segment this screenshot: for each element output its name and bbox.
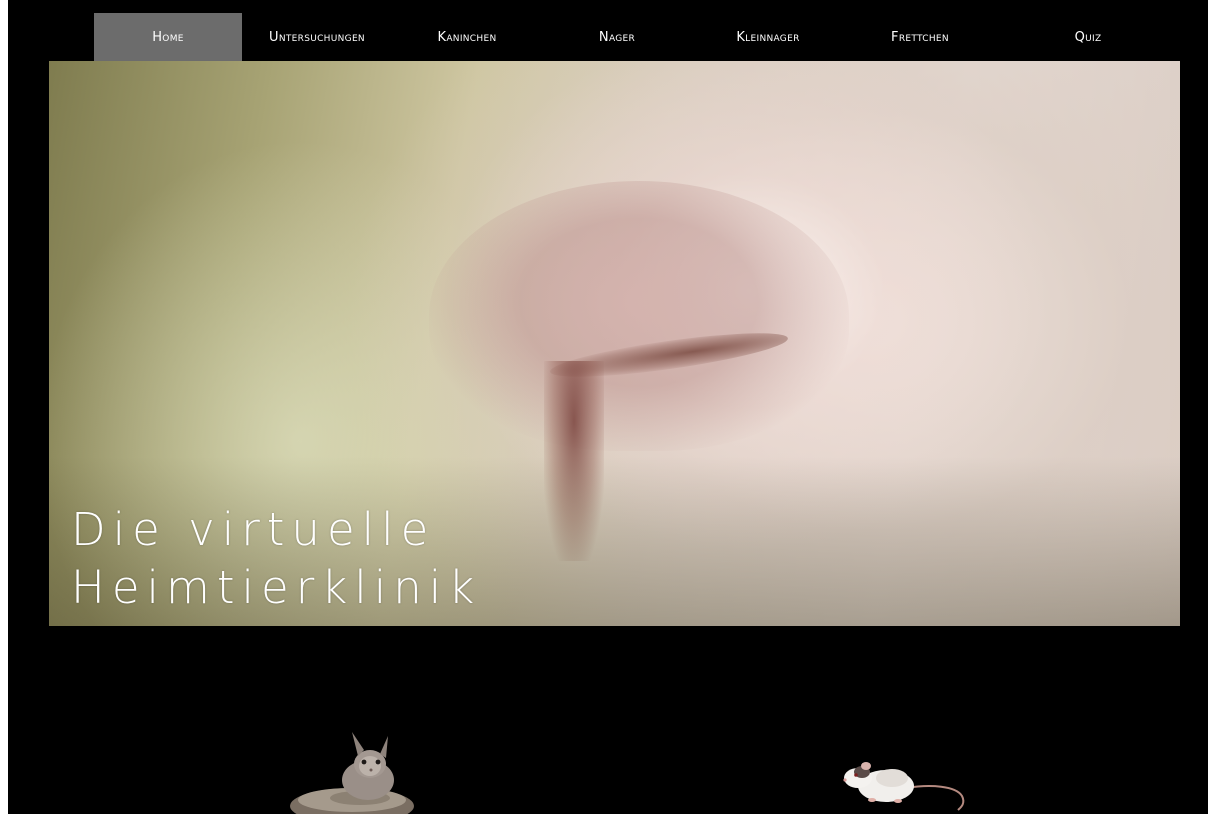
nav-item-nager[interactable]: Nager — [542, 13, 692, 61]
rabbit-image[interactable] — [290, 728, 415, 814]
nav-item-kleinnager[interactable]: Kleinnager — [692, 13, 844, 61]
nav-item-label: Nager — [598, 29, 636, 45]
hero-title-line: Die virtuelle — [71, 503, 436, 556]
nav-item-label: Home — [152, 29, 184, 45]
hero-banner: Die virtuelle Heimtierklinik — [49, 61, 1180, 626]
nav-item-label: Kleinnager — [736, 29, 800, 45]
page: Home Untersuchungen Kaninchen Nager Klei… — [0, 0, 1208, 814]
left-edge-strip — [0, 0, 8, 814]
nav-item-kaninchen[interactable]: Kaninchen — [392, 13, 542, 61]
hero-title: Die virtuelle Heimtierklinik — [71, 501, 481, 617]
main-nav: Home Untersuchungen Kaninchen Nager Klei… — [94, 13, 1180, 61]
nav-item-label: Untersuchungen — [269, 29, 365, 45]
nav-item-quiz[interactable]: Quiz — [996, 13, 1180, 61]
nav-item-label: Quiz — [1074, 29, 1102, 45]
nav-item-label: Frettchen — [891, 29, 949, 45]
mouse-image[interactable] — [836, 748, 968, 812]
nav-item-untersuchungen[interactable]: Untersuchungen — [242, 13, 392, 61]
hero-title-line: Heimtierklinik — [71, 561, 482, 614]
nav-item-frettchen[interactable]: Frettchen — [844, 13, 996, 61]
nav-item-home[interactable]: Home — [94, 13, 242, 61]
nav-item-label: Kaninchen — [437, 29, 497, 45]
